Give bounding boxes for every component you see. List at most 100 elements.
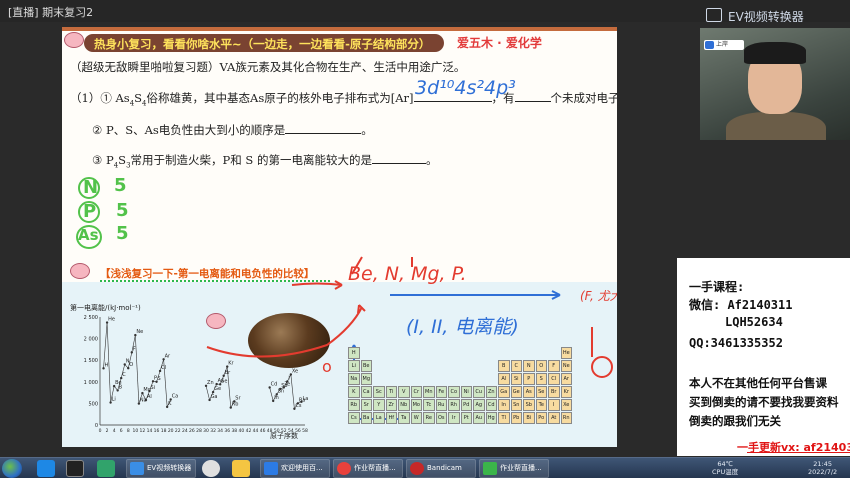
- element-cell: Li: [348, 360, 360, 372]
- element-cell: Kr: [560, 386, 572, 398]
- element-cell: Na: [348, 373, 360, 385]
- element-cell: Rh: [448, 399, 460, 411]
- element-cell: In: [498, 399, 510, 411]
- start-button[interactable]: [2, 459, 22, 478]
- webcam-badge: 上岸: [704, 40, 744, 50]
- element-cell: Cl: [548, 373, 560, 385]
- element-cell: Ne: [560, 360, 572, 372]
- element-cell: Cr: [410, 386, 422, 398]
- element-cell: Ta: [398, 412, 410, 424]
- element-cell: Al: [498, 373, 510, 385]
- element-cell: N: [523, 360, 535, 372]
- element-cell: At: [548, 412, 560, 424]
- ad-line-5: 本人不在其他任何平台售课: [689, 376, 827, 390]
- clock[interactable]: 21:45 2022/7/2: [808, 460, 837, 476]
- ad-line-3: LQH52634: [725, 315, 783, 329]
- element-cell: Mn: [423, 386, 435, 398]
- badge-icon: [705, 41, 714, 49]
- taskbar: EV视频转换器 欢迎使用百... 作业帮直播... Bandicam 作业帮直播…: [0, 457, 850, 478]
- element-cell: B: [498, 360, 510, 372]
- element-cell: Cs: [348, 412, 360, 424]
- taskbar-item-baidu[interactable]: 欢迎使用百...: [260, 459, 330, 478]
- element-cell: P: [523, 373, 535, 385]
- element-cell: Ca: [360, 386, 372, 398]
- element-cell: Hf: [385, 412, 397, 424]
- element-cell: Os: [435, 412, 447, 424]
- element-cell: Nb: [398, 399, 410, 411]
- element-cell: V: [398, 386, 410, 398]
- element-cell: Ba: [360, 412, 372, 424]
- element-cell: Be: [360, 360, 372, 372]
- element-cell: I: [548, 399, 560, 411]
- element-cell: Zn: [485, 386, 497, 398]
- element-cell: F: [548, 360, 560, 372]
- element-cell: Po: [535, 412, 547, 424]
- element-cell: Xe: [560, 399, 572, 411]
- bandicam-icon: [410, 462, 424, 475]
- taskbar-item-ev[interactable]: EV视频转换器: [126, 459, 196, 478]
- element-cell: La: [373, 412, 385, 424]
- element-cell: Te: [535, 399, 547, 411]
- element-cell: Zr: [385, 399, 397, 411]
- taskbar-item-bandicam[interactable]: Bandicam: [406, 459, 476, 478]
- element-cell: Sn: [510, 399, 522, 411]
- element-cell: Mg: [360, 373, 372, 385]
- element-cell: Ni: [460, 386, 472, 398]
- element-cell: Ga: [498, 386, 510, 398]
- element-cell: Ge: [510, 386, 522, 398]
- taskbar-item-zuoyebang-1[interactable]: 作业帮直播...: [333, 459, 403, 478]
- element-cell: Bi: [523, 412, 535, 424]
- element-cell: Cd: [485, 399, 497, 411]
- element-cell: Ru: [435, 399, 447, 411]
- chrome-app-icon: [337, 462, 351, 475]
- element-cell: S: [535, 373, 547, 385]
- ev-app-icon: [130, 462, 144, 475]
- presenter-body: [726, 112, 826, 140]
- element-cell: K: [348, 386, 360, 398]
- zuoyebang-icon: [483, 462, 497, 475]
- element-cell: Pd: [460, 399, 472, 411]
- element-cell: Ti: [385, 386, 397, 398]
- window-title-bar: [直播] 期末复习2 EV视频转换器: [0, 0, 850, 24]
- element-cell: Fe: [435, 386, 447, 398]
- webcam-feed: 上岸: [700, 28, 850, 140]
- element-cell: W: [410, 412, 422, 424]
- element-cell: Se: [535, 386, 547, 398]
- app-icon-ox[interactable]: [66, 460, 84, 477]
- ad-line-6: 买到倒卖的请不要找我要资料: [689, 395, 839, 409]
- element-cell: Si: [510, 373, 522, 385]
- element-cell: Pt: [460, 412, 472, 424]
- element-cell: Rn: [560, 412, 572, 424]
- folder-icon[interactable]: [232, 460, 250, 477]
- element-cell: Sc: [373, 386, 385, 398]
- taskbar-item-zuoyebang-2[interactable]: 作业帮直播...: [479, 459, 549, 478]
- element-cell: Sr: [360, 399, 372, 411]
- element-cell: Ir: [448, 412, 460, 424]
- periodic-table: H Li Be Na Mg K Ca Sc Ti V Cr Mn Fe Co Ni Cu Zn Rb Sr Y Zr Nb…: [348, 347, 618, 439]
- cpu-temp: 64℃ CPU温度: [712, 460, 739, 476]
- ie-icon[interactable]: [37, 460, 55, 477]
- svg-text:o: o: [322, 357, 332, 376]
- ad-underline: [747, 452, 850, 453]
- chrome-icon[interactable]: [202, 460, 220, 477]
- element-cell: Au: [473, 412, 485, 424]
- element-cell: Hg: [485, 412, 497, 424]
- element-cell: Tc: [423, 399, 435, 411]
- element-cell: Re: [423, 412, 435, 424]
- element-cell: O: [535, 360, 547, 372]
- element-cell: Mo: [410, 399, 422, 411]
- element-cell: Pb: [510, 412, 522, 424]
- element-cell: Sb: [523, 399, 535, 411]
- element-cell: Ag: [473, 399, 485, 411]
- element-cell: Rb: [348, 399, 360, 411]
- element-cell: C: [510, 360, 522, 372]
- element-cell: Cu: [473, 386, 485, 398]
- presenter-hair: [744, 42, 806, 64]
- element-cell: Tl: [498, 412, 510, 424]
- element-cell: He: [560, 347, 572, 359]
- wechat-icon[interactable]: [97, 460, 115, 477]
- window-title: [直播] 期末复习2: [8, 6, 94, 19]
- element-cell: Br: [548, 386, 560, 398]
- element-cell: H: [348, 347, 360, 359]
- ad-line-1: 一手课程:: [689, 280, 745, 294]
